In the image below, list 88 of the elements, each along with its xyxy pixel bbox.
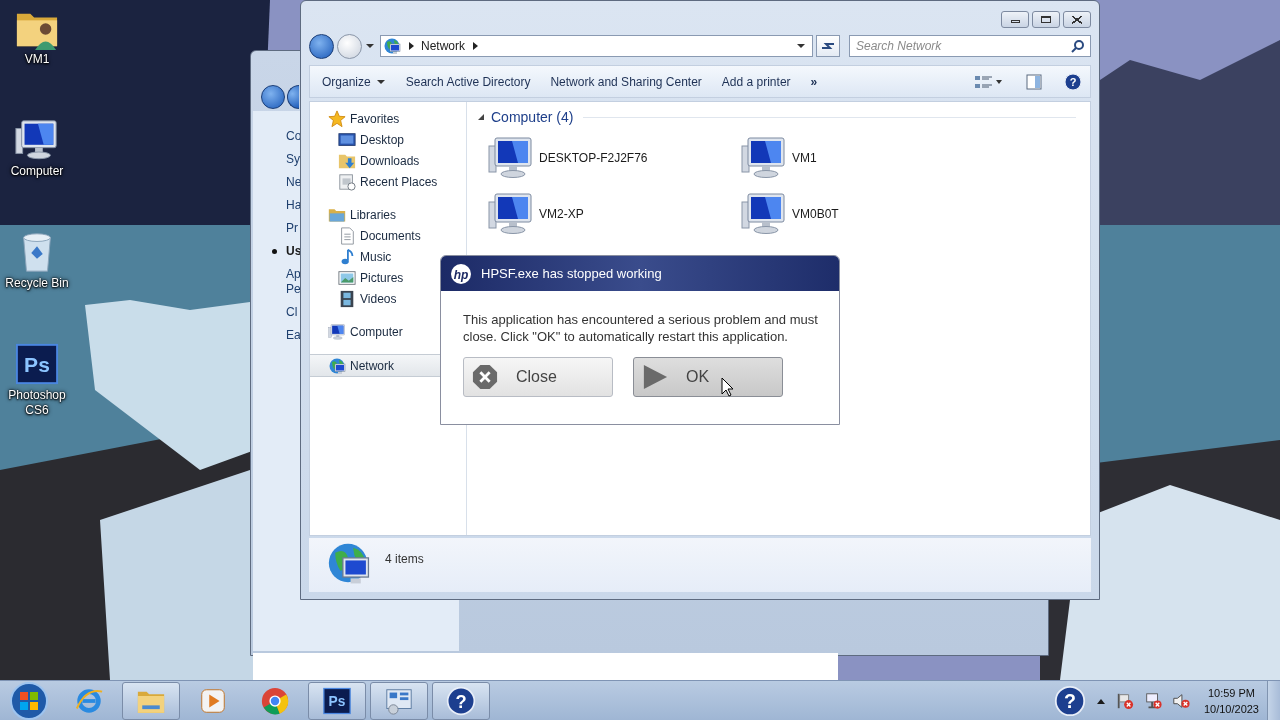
forward-button[interactable] — [287, 85, 299, 109]
document-icon — [338, 226, 356, 245]
network-computer[interactable]: VM1 — [740, 136, 993, 180]
network-icon — [383, 37, 401, 55]
desktop-shortcut[interactable]: Recycle Bin — [0, 230, 74, 342]
computer-icon — [328, 322, 346, 341]
close-icon — [472, 364, 498, 390]
sidebar-link[interactable]: Cl — [253, 305, 298, 320]
collapse-icon[interactable] — [477, 113, 485, 121]
nav-item[interactable]: Desktop — [310, 129, 466, 150]
nav-item[interactable]: Downloads — [310, 150, 466, 171]
search-icon — [1071, 39, 1085, 53]
sidebar-link[interactable]: Ea — [253, 328, 300, 343]
flag-icon — [1115, 691, 1134, 710]
nav-item[interactable]: Recent Places — [310, 171, 466, 192]
sidebar-link[interactable]: Co — [253, 129, 300, 144]
clock-time: 10:59 PM — [1207, 685, 1255, 701]
address-bar[interactable]: Network — [380, 35, 813, 57]
computer-icon — [14, 118, 60, 162]
chevron-icon — [471, 41, 479, 51]
maximize-icon — [1041, 16, 1051, 23]
ok-button[interactable]: OK — [633, 357, 783, 397]
close-button[interactable] — [1063, 11, 1091, 28]
star-icon — [328, 109, 346, 128]
desktop-icon — [338, 130, 356, 149]
photoshop-icon: Ps — [322, 685, 352, 716]
taskbar-button[interactable]: ? — [432, 681, 490, 720]
preview-pane-icon — [1026, 73, 1042, 90]
breadcrumb[interactable]: Network — [421, 39, 465, 53]
network-computer[interactable]: VM0B0T — [740, 192, 993, 236]
caret-icon — [375, 78, 386, 85]
desktop-shortcut[interactable]: Ps Photoshop CS6 — [0, 342, 74, 454]
pictures-icon — [338, 268, 356, 287]
network-status-icon — [1143, 691, 1162, 710]
nav-item[interactable]: Favorites — [310, 108, 466, 129]
dialog-title: HPSF.exe has stopped working — [481, 266, 662, 281]
desktop-shortcut[interactable]: VM1 — [0, 6, 74, 118]
toolbar-button[interactable]: Search Active Directory — [401, 71, 535, 92]
clock[interactable]: 10:59 PM 10/10/2023 — [1203, 684, 1259, 717]
computer-icon — [740, 192, 788, 236]
sidebar-link[interactable]: Ne — [253, 175, 300, 190]
item-count: 4 items — [385, 552, 424, 566]
help-icon: ? — [1053, 684, 1086, 717]
taskbar-button[interactable] — [370, 681, 428, 720]
network-computer[interactable]: DESKTOP-F2J2F76 — [487, 136, 740, 180]
refresh-button[interactable] — [816, 35, 840, 57]
more-button[interactable]: » — [806, 71, 822, 92]
views-icon — [974, 73, 1004, 90]
nav-item[interactable]: Libraries — [310, 204, 466, 225]
close-button[interactable]: Close — [463, 357, 613, 397]
desktop-shortcut[interactable]: Computer — [0, 118, 74, 230]
chevron-icon — [407, 41, 415, 51]
minimize-button[interactable] — [1001, 11, 1029, 28]
close-icon — [1072, 15, 1082, 24]
help-icon: ? — [446, 685, 476, 716]
computer-icon — [487, 192, 535, 236]
nav-item[interactable]: Documents — [310, 225, 466, 246]
taskbar-button[interactable]: Ps — [308, 681, 366, 720]
group-header[interactable]: Computer (4) — [491, 109, 574, 125]
minimize-icon — [1010, 20, 1020, 23]
clock-date: 10/10/2023 — [1203, 701, 1259, 717]
logo-icon: hp — [450, 262, 472, 285]
network-icon — [328, 356, 346, 375]
film-strip-icon — [338, 289, 356, 308]
maximize-button[interactable] — [1032, 11, 1060, 28]
sidebar-link[interactable]: Pr — [253, 221, 298, 236]
browser-icon — [260, 685, 290, 716]
toolbar-button[interactable]: Network and Sharing Center — [546, 71, 706, 92]
sidebar-link[interactable]: Ap Pe — [253, 267, 300, 297]
computer-icon — [487, 136, 535, 180]
mouse-pointer-icon — [721, 377, 734, 397]
start-icon — [9, 680, 49, 720]
sidebar-link[interactable]: Us — [253, 244, 300, 259]
recent-places-icon — [338, 172, 356, 191]
sidebar-link[interactable]: Sy — [253, 152, 300, 167]
help-icon: ? — [1064, 72, 1082, 91]
toolbar-button[interactable]: Add a printer — [717, 71, 795, 92]
speaker-muted-icon — [1171, 691, 1190, 710]
search-field[interactable]: Search Network — [849, 35, 1091, 57]
back-button[interactable] — [261, 85, 285, 109]
taskbar-button[interactable] — [122, 681, 180, 720]
computer-icon — [740, 136, 788, 180]
network-computer[interactable]: VM2-XP — [487, 192, 740, 236]
photoshop-icon: Ps — [14, 342, 60, 386]
menu-button[interactable]: Organize — [318, 71, 390, 92]
error-message: This application has encountered a serious problem and must close. Click "OK" to automatically restart this application. — [463, 311, 819, 345]
play-icon — [642, 364, 668, 390]
back-button[interactable] — [309, 33, 334, 59]
